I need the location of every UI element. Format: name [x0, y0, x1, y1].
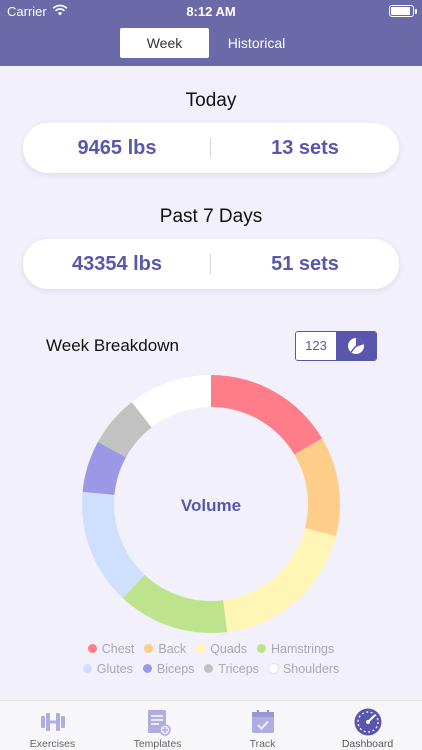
donut-slice-hamstrings [122, 574, 228, 633]
legend-item-chest: Chest [87, 642, 135, 656]
breakdown-title: Week Breakdown [46, 336, 179, 355]
calendar-check-icon [252, 710, 274, 733]
legend-row: Chest Back Quads Hamstrings [0, 642, 422, 656]
tab-templates-label: Templates [133, 738, 182, 750]
legend-swatch [257, 644, 267, 653]
tab-track-label: Track [249, 738, 276, 750]
legend-item-back: Back [144, 642, 186, 656]
past7-title: Past 7 Days [159, 206, 263, 227]
today-weight: 9465 lbs [77, 137, 157, 159]
legend-item-shoulders: Shoulders [268, 662, 340, 676]
tab-templates[interactable]: Templates [105, 701, 210, 750]
tab-track[interactable]: Track [210, 701, 315, 750]
past7-weight: 43354 lbs [71, 253, 163, 275]
legend-item-glutes: Glutes [82, 662, 133, 676]
tab-dashboard-label: Dashboard [341, 738, 394, 750]
legend-label: Triceps [218, 662, 259, 676]
legend-swatch [196, 644, 206, 653]
legend-label: Back [158, 642, 187, 656]
today-title: Today [185, 90, 237, 111]
legend-item-triceps: Triceps [204, 662, 259, 676]
segment-historical[interactable]: Historical [209, 28, 304, 58]
legend-label: Biceps [156, 662, 195, 676]
legend-swatch [204, 664, 214, 673]
segment-week[interactable]: Week [120, 28, 209, 58]
period-segmented-control: Week Historical [120, 28, 304, 58]
status-bar: Carrier 8:12 AM [0, 0, 422, 22]
donut-slice-quads [223, 528, 336, 632]
past7-card: 43354 lbs 51 sets [23, 239, 399, 289]
speedometer-icon [354, 708, 382, 736]
past7-sets: 51 sets [271, 253, 339, 275]
legend-label: Glutes [96, 662, 133, 676]
legend-swatch [82, 664, 92, 673]
today-card: 9465 lbs 13 sets [23, 123, 399, 173]
legend-swatch [142, 664, 152, 673]
tab-dashboard[interactable]: Dashboard [315, 701, 420, 750]
breakdown-view-toggle: 123 [295, 331, 377, 361]
battery-icon [389, 5, 417, 17]
tab-exercises[interactable]: Exercises [0, 701, 105, 750]
today-sets: 13 sets [271, 137, 339, 159]
tab-exercises-label: Exercises [29, 738, 76, 750]
header-bar: Carrier 8:12 AM Week Historical [0, 0, 422, 66]
legend-label: Shoulders [282, 662, 340, 676]
legend-item-hamstrings: Hamstrings [257, 642, 334, 656]
dumbbell-icon [41, 713, 65, 731]
toggle-pie-button[interactable] [336, 332, 376, 360]
legend-item-biceps: Biceps [142, 662, 195, 676]
legend-label: Chest [101, 642, 135, 656]
legend-row: Glutes Biceps Triceps Shoulders [0, 662, 422, 676]
donut-center-label: Volume [180, 496, 242, 515]
status-time: 8:12 AM [186, 4, 236, 19]
legend-swatch [268, 664, 278, 673]
legend-swatch [87, 644, 97, 653]
toggle-numeric-button[interactable]: 123 [296, 332, 336, 360]
template-add-icon [148, 710, 171, 736]
legend-label: Hamstrings [271, 642, 335, 656]
legend-label: Quads [210, 642, 248, 656]
tab-bar: Exercises Templates Track Dashboard [0, 700, 422, 750]
pie-chart-icon [348, 338, 364, 354]
donut-slice-back [294, 438, 340, 537]
donut-slice-chest [211, 375, 323, 455]
legend-item-quads: Quads [196, 642, 247, 656]
legend-swatch [144, 644, 154, 653]
